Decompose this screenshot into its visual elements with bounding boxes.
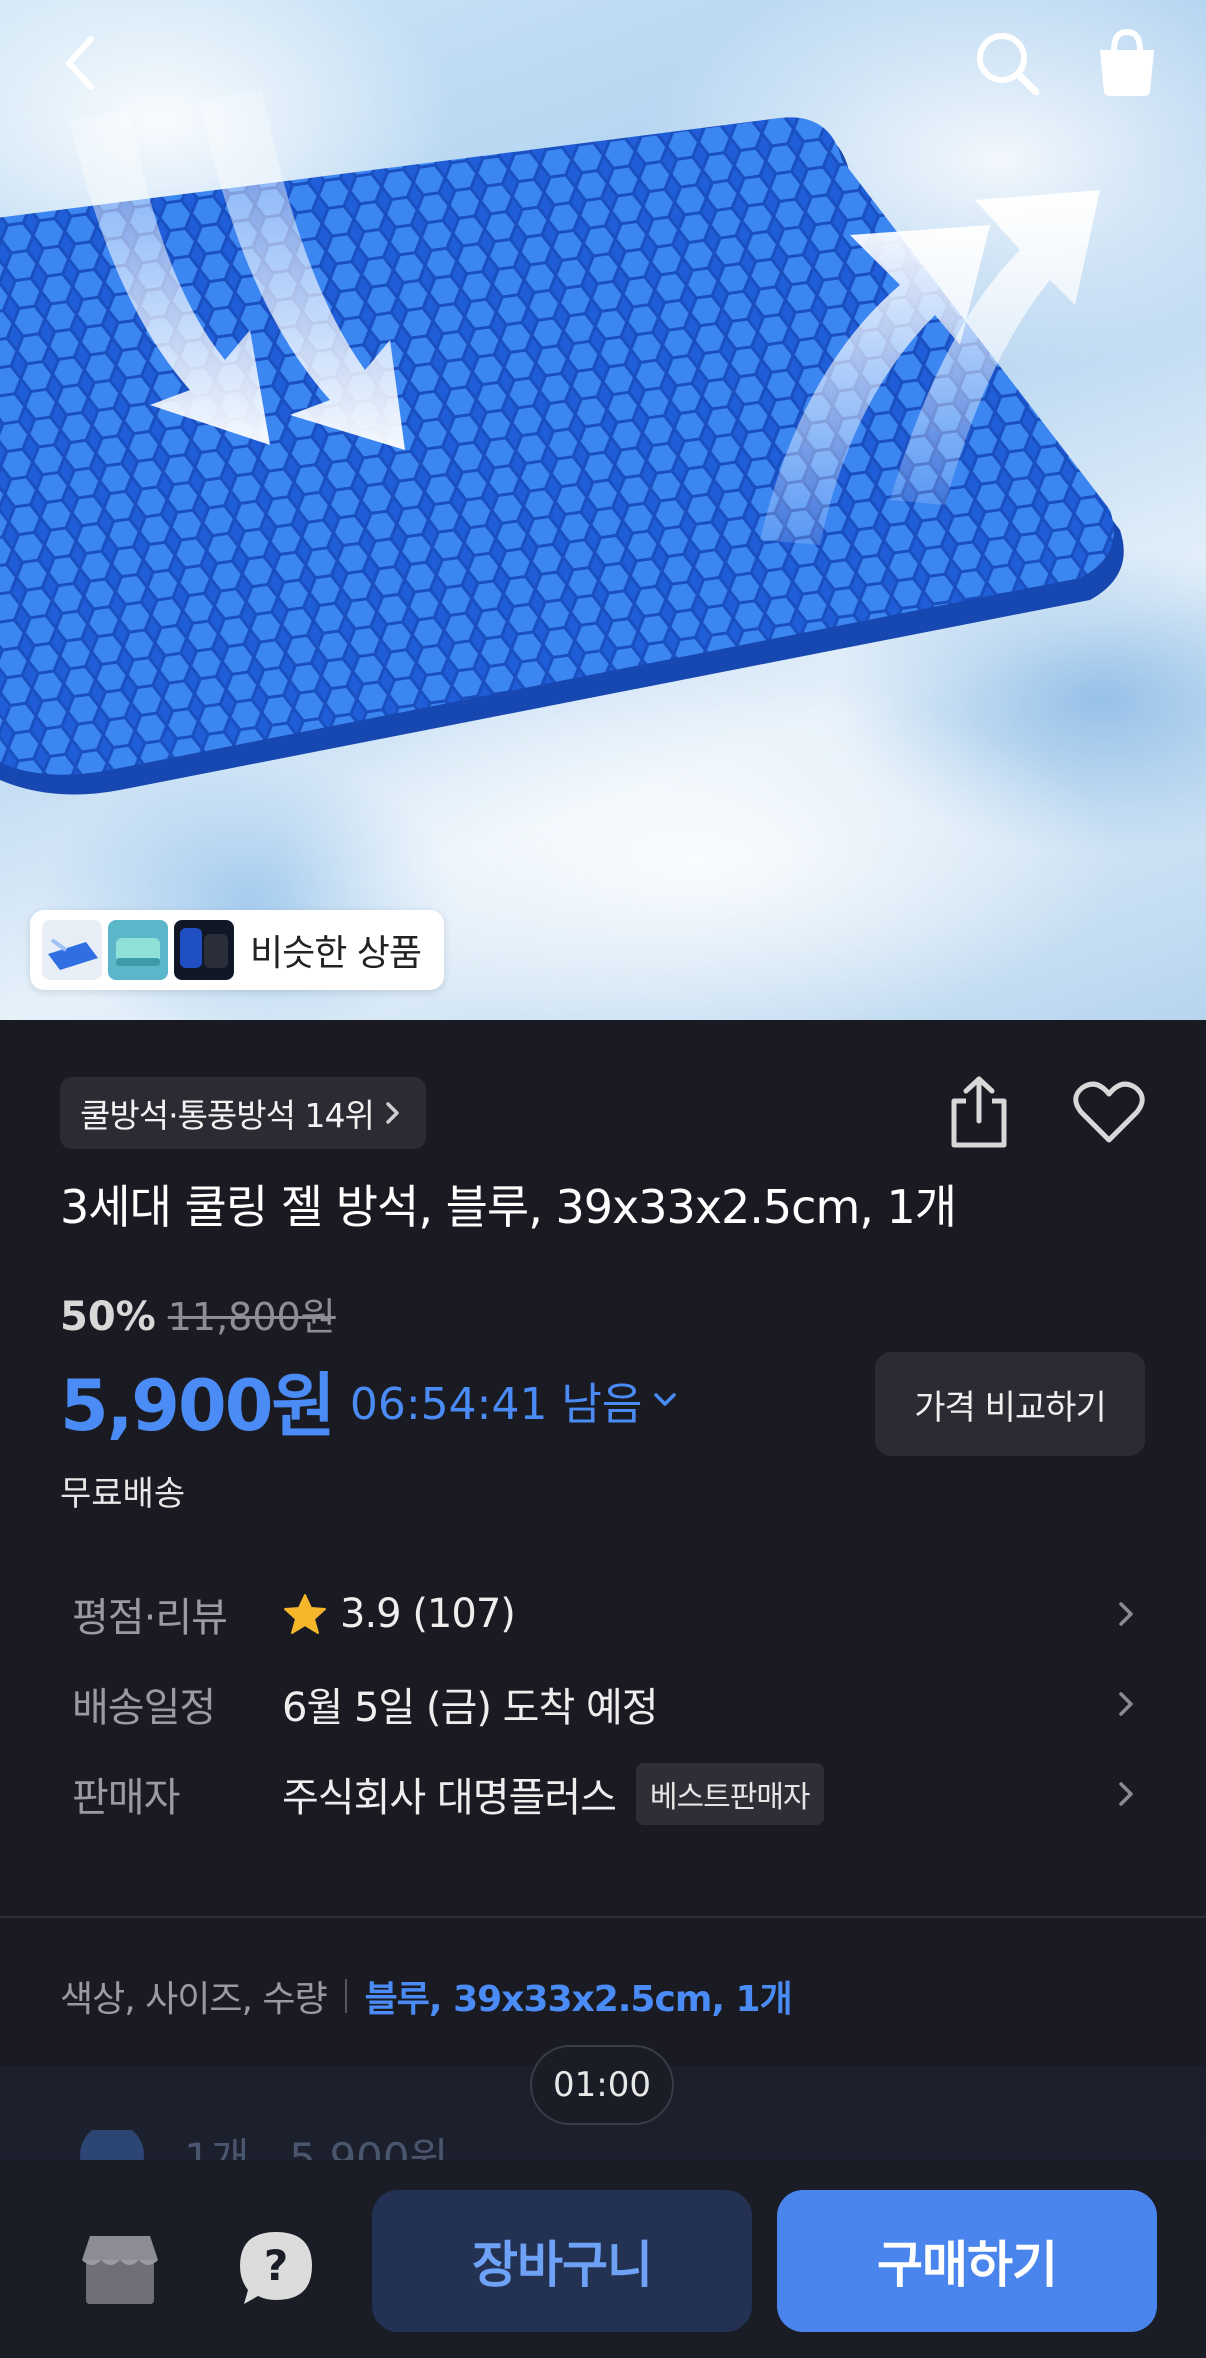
chevron-down-icon [654, 1393, 677, 1406]
share-icon [951, 1076, 1007, 1148]
wishlist-button[interactable] [1064, 1068, 1154, 1158]
discount-percent: 50% [60, 1294, 156, 1340]
section-divider [0, 1916, 1206, 1918]
store-icon [82, 2236, 158, 2304]
store-button[interactable] [70, 2218, 170, 2318]
inquiry-button[interactable]: ? [226, 2218, 326, 2318]
deal-time-left: 06:54:41 남음 [349, 1379, 643, 1430]
heart-icon [1073, 1081, 1145, 1143]
share-button[interactable] [936, 1068, 1022, 1158]
option-separator [344, 1979, 347, 2013]
delivery-label: 배송일정 [72, 1685, 216, 1731]
category-rank-badge[interactable]: 쿨방석·통풍방석 14위 [60, 1077, 426, 1149]
product-title: 3세대 쿨링 젤 방석, 블루, 39x33x2.5cm, 1개 [60, 1180, 957, 1234]
search-button[interactable] [962, 18, 1052, 108]
rating-value: 3.9 (107) [340, 1591, 516, 1637]
seller-row[interactable]: 판매자 주식회사 대명플러스 베스트판매자 [60, 1756, 1146, 1832]
seller-label: 판매자 [72, 1775, 180, 1821]
similar-products-label: 비슷한 상품 [250, 933, 422, 974]
option-value: 블루, 39x33x2.5cm, 1개 [364, 1979, 793, 2020]
seller-name: 주식회사 대명플러스 [282, 1775, 617, 1821]
similar-product-thumb [174, 920, 234, 980]
sale-price: 5,900원 [60, 1364, 336, 1447]
shopping-bag-icon [1100, 28, 1154, 96]
back-button[interactable] [36, 18, 126, 108]
chevron-right-icon [386, 1102, 399, 1124]
chevron-right-icon [1119, 1782, 1133, 1806]
deal-timer[interactable]: 06:54:41 남음 [350, 1368, 681, 1432]
rating-review-row[interactable]: 평점·리뷰 3.9 (107) [60, 1576, 1146, 1652]
rating-label: 평점·리뷰 [72, 1595, 228, 1641]
question-icon: ? [240, 2232, 312, 2304]
countdown-pill: 01:00 [530, 2045, 674, 2125]
discount-row: 50% 11,800원 [60, 1286, 336, 1342]
free-shipping-label: 무료배송 [60, 1474, 186, 1514]
original-price: 11,800원 [167, 1295, 336, 1339]
buy-now-button[interactable]: 구매하기 [777, 2190, 1157, 2332]
product-detail-screen: 비슷한 상품 쿨방석·통풍방석 14위 3세대 쿨링 젤 방석, 블루, 39x… [0, 0, 1206, 2358]
back-arrow-icon [66, 36, 94, 90]
option-selector[interactable]: 색상, 사이즈, 수량 블루, 39x33x2.5cm, 1개 [60, 1966, 793, 2026]
add-to-cart-button[interactable]: 장바구니 [372, 2190, 752, 2332]
option-label: 색상, 사이즈, 수량 [60, 1979, 328, 2020]
price-row: 5,900원 06:54:41 남음 [60, 1352, 680, 1448]
search-icon [977, 33, 1040, 96]
best-seller-badge: 베스트판매자 [635, 1763, 824, 1825]
delivery-value: 6월 5일 (금) 도착 예정 [282, 1685, 659, 1731]
svg-text:?: ? [264, 2241, 288, 2290]
star-icon [284, 1594, 326, 1634]
category-rank-label: 쿨방석·통풍방석 14위 [80, 1096, 375, 1135]
delivery-schedule-row[interactable]: 배송일정 6월 5일 (금) 도착 예정 [60, 1666, 1146, 1742]
gel-cushion-illustration [0, 90, 1124, 795]
cart-button[interactable] [1082, 18, 1172, 108]
chevron-right-icon [1119, 1692, 1133, 1716]
compare-price-button[interactable]: 가격 비교하기 [875, 1352, 1145, 1456]
chevron-right-icon [1119, 1602, 1133, 1626]
similar-product-thumb [42, 920, 102, 980]
similar-products-chip[interactable]: 비슷한 상품 [30, 910, 444, 990]
product-image[interactable]: 비슷한 상품 [0, 0, 1206, 1020]
similar-product-thumb [108, 920, 168, 980]
